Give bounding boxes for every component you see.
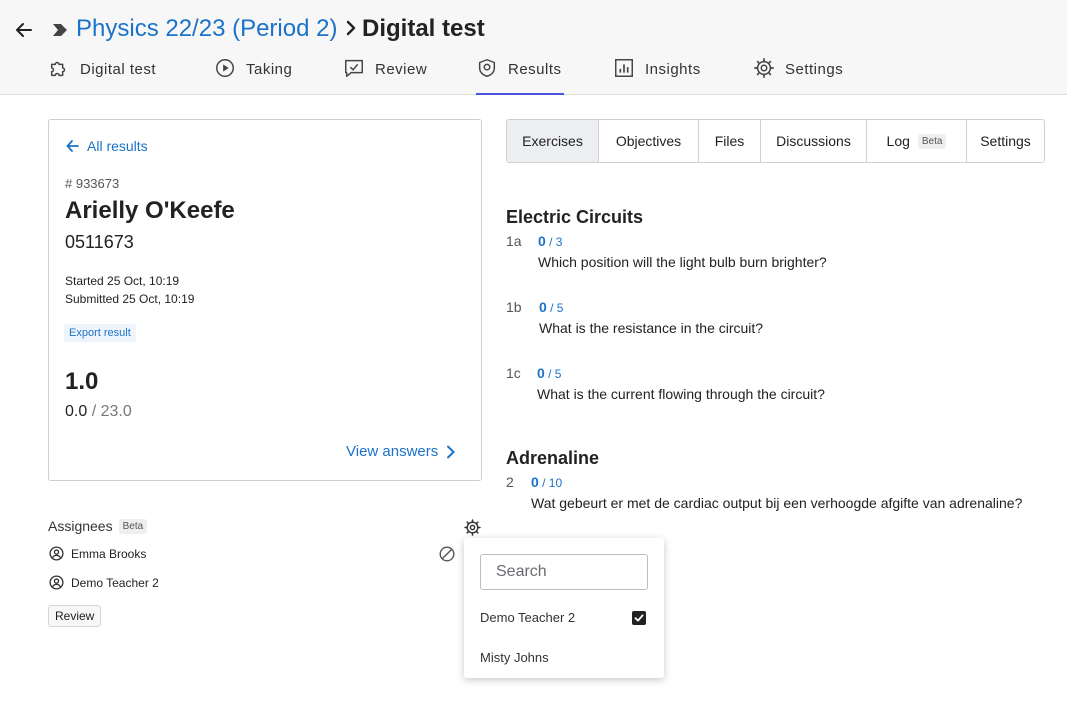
score-value: 0.0 [65,403,88,420]
submitted-time: Submitted 25 Oct, 10:19 [65,292,195,306]
arrow-left-icon [66,140,79,152]
assignee-item: Emma Brooks [49,546,146,561]
play-circle-icon [216,59,234,77]
subtab-log-label: Log [886,133,910,149]
student-name: Arielly O'Keefe [65,197,235,224]
grade: 1.0 [65,368,99,395]
exercise-question[interactable]: Which position will the light bulb burn … [538,254,827,270]
tab-digital-test[interactable]: Digital test [48,58,156,95]
puzzle-icon [50,61,66,77]
gear-icon [754,58,774,78]
exercise-number: 1b [506,299,522,315]
page-title: Digital test [362,15,485,42]
view-answers-label: View answers [346,443,439,460]
result-subtabs: Exercises Objectives Files Discussions L… [506,119,1045,163]
exercise-score[interactable]: 0 / 10 [531,474,562,490]
user-circle-icon [49,575,64,590]
view-answers-link[interactable]: View answers [346,443,456,460]
subtab-files[interactable]: Files [699,120,761,162]
chevron-right-icon [447,445,456,458]
dropdown-option[interactable]: Misty Johns [480,650,549,665]
started-time: Started 25 Oct, 10:19 [65,274,180,288]
tab-label: Taking [246,61,293,78]
assignees-label: Assignees [48,518,113,534]
score: 0.0 / 23.0 [65,403,132,421]
subtab-objectives[interactable]: Objectives [599,120,699,162]
tab-insights[interactable]: Insights [613,58,701,95]
breadcrumb-course-link[interactable]: Physics 22/23 (Period 2) [76,15,337,43]
exercise-number: 2 [506,474,514,490]
tab-label: Results [508,61,562,78]
exercise-score[interactable]: 0 / 5 [537,365,561,381]
score-points: 0 [537,365,545,381]
score-points: 0 [531,474,539,490]
tab-settings[interactable]: Settings [753,58,843,95]
section-title: Electric Circuits [506,207,644,227]
exercise-score[interactable]: 0 / 5 [539,299,563,315]
shield-icon [478,59,496,77]
subtab-discussions[interactable]: Discussions [761,120,867,162]
exercise-question[interactable]: Wat gebeurt er met de cardiac output bij… [531,495,1022,511]
exercise-question[interactable]: What is the resistance in the circuit? [539,320,763,336]
score-points: 0 [538,233,546,249]
dropdown-option[interactable]: Demo Teacher 2 [480,610,575,625]
score-max: / 3 [545,235,563,249]
section-title: Adrenaline [506,448,600,468]
exercise-number: 1c [506,365,521,381]
review-comment-icon [345,59,363,77]
export-result-button[interactable]: Export result [64,324,136,342]
score-max: / 23.0 [87,403,132,420]
subtab-exercises[interactable]: Exercises [507,120,599,162]
search-input[interactable] [480,554,648,590]
score-max: / 10 [538,476,563,490]
beta-badge: Beta [917,133,947,149]
chevron-right-icon [346,20,356,36]
tab-label: Settings [785,61,844,78]
assignees-heading: Assignees Beta [48,518,148,534]
remove-assignee-block-icon[interactable] [439,546,455,562]
assignees-settings-gear-icon[interactable] [464,519,481,536]
assignee-name: Emma Brooks [71,546,147,561]
tab-review[interactable]: Review [343,58,427,95]
result-id: # 933673 [65,176,120,191]
tab-taking[interactable]: Taking [214,58,292,95]
tab-results[interactable]: Results [476,58,564,95]
assignee-item: Demo Teacher 2 [49,575,159,590]
review-button[interactable]: Review [48,605,102,627]
page-header: Physics 22/23 (Period 2) Digital test Di… [0,0,1067,95]
user-circle-icon [49,546,64,561]
tab-label: Insights [645,61,701,78]
assignee-name: Demo Teacher 2 [71,575,159,590]
back-arrow-icon[interactable] [12,18,36,42]
exercise-question[interactable]: What is the current flowing through the … [537,386,825,402]
tab-label: Digital test [80,61,157,78]
subtab-log[interactable]: Log Beta [867,120,967,162]
score-points: 0 [539,299,547,315]
score-max: / 5 [546,301,564,315]
breadcrumb-tag-icon [53,24,67,36]
subtab-settings[interactable]: Settings [967,120,1044,162]
checkbox-checked[interactable] [632,611,646,625]
exercise-number: 1a [506,233,522,249]
score-max: / 5 [544,367,562,381]
bar-chart-icon [615,59,633,77]
student-number: 0511673 [65,232,134,252]
all-results-link[interactable]: All results [66,138,148,154]
exercise-score[interactable]: 0 / 3 [538,233,562,249]
all-results-label: All results [87,138,148,154]
assignee-dropdown: Demo Teacher 2 Misty Johns [464,538,664,678]
tab-label: Review [375,61,428,78]
beta-badge: Beta [118,518,148,534]
checkmark-icon [634,614,644,622]
